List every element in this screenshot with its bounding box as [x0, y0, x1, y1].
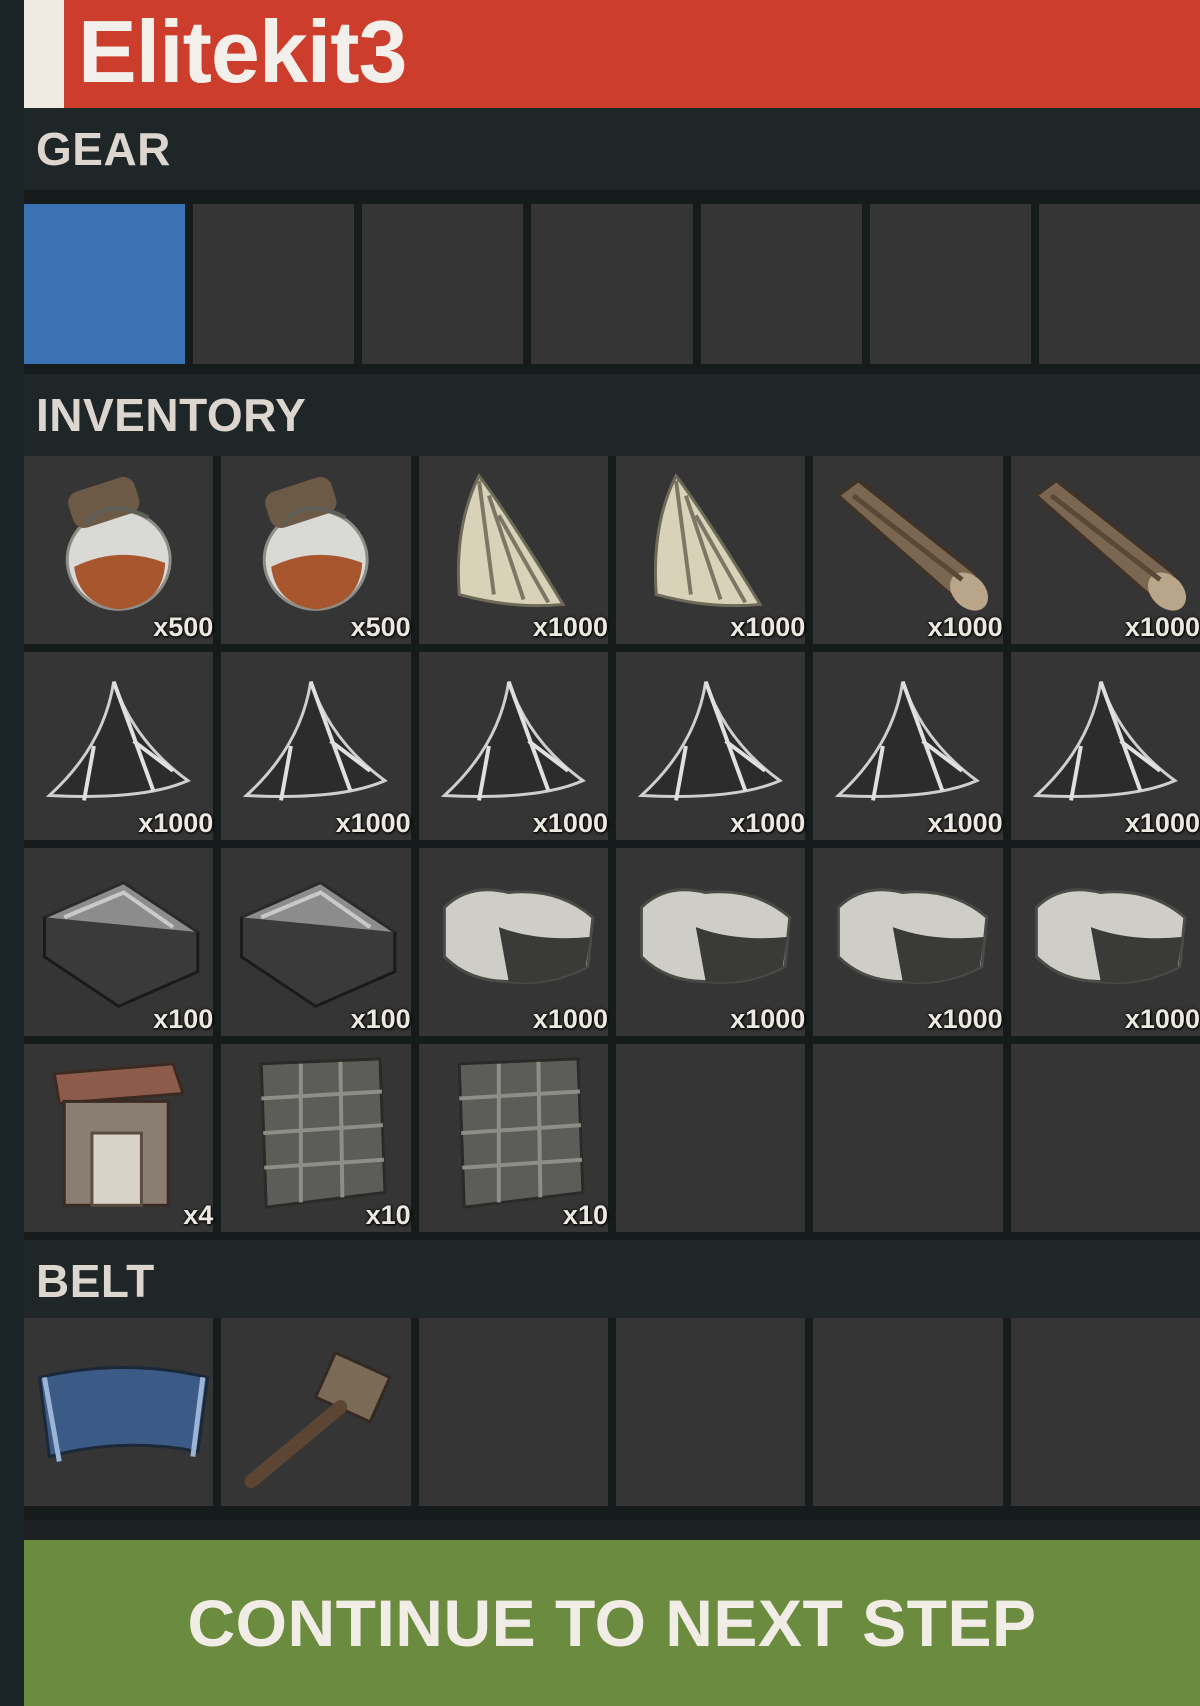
- title-accent: [24, 0, 64, 108]
- inventory-slot[interactable]: x1000: [616, 848, 806, 1036]
- item-quantity: x500: [350, 612, 411, 642]
- gear-slot[interactable]: [193, 204, 355, 364]
- inventory-slot[interactable]: x1000: [418, 652, 608, 840]
- title-bar: Elitekit3: [24, 0, 1200, 108]
- belt-header: BELT: [24, 1240, 1200, 1322]
- kit-panel: Elitekit3 GEAR INVENTORY x500 x500 x1000 x1…: [0, 0, 1200, 1706]
- item-quantity: x100: [153, 1004, 214, 1034]
- belt-label: BELT: [36, 1255, 155, 1307]
- item-quantity: x1000: [730, 1004, 806, 1034]
- item-quantity: x10: [365, 1200, 411, 1230]
- item-quantity: x1000: [927, 612, 1003, 642]
- inventory-slot[interactable]: x1000: [1010, 456, 1200, 644]
- item-quantity: x1000: [138, 808, 214, 838]
- belt-slot[interactable]: [221, 1318, 411, 1506]
- item-quantity: x4: [183, 1200, 214, 1230]
- belt-grid: [24, 1318, 1200, 1520]
- item-quantity: x1000: [1124, 612, 1200, 642]
- gear-slot[interactable]: [24, 204, 186, 364]
- gear-slot[interactable]: [531, 204, 693, 364]
- inventory-slot[interactable]: x1000: [616, 456, 806, 644]
- belt-slot[interactable]: [1010, 1318, 1200, 1506]
- item-quantity: x1000: [532, 612, 608, 642]
- left-rail: [0, 0, 24, 1706]
- inventory-slot[interactable]: x100: [221, 848, 411, 1036]
- item-quantity: x1000: [1124, 808, 1200, 838]
- inventory-header: INVENTORY: [24, 374, 1200, 456]
- belt-slot[interactable]: [813, 1318, 1003, 1506]
- inventory-slot[interactable]: x10: [221, 1044, 411, 1232]
- inventory-slot[interactable]: x10: [418, 1044, 608, 1232]
- gear-slot[interactable]: [362, 204, 524, 364]
- continue-button[interactable]: CONTINUE TO NEXT STEP: [24, 1540, 1200, 1706]
- inventory-slot[interactable]: [1010, 1044, 1200, 1232]
- item-quantity: x1000: [927, 1004, 1003, 1034]
- inventory-slot[interactable]: [616, 1044, 806, 1232]
- item-quantity: x10: [562, 1200, 608, 1230]
- item-quantity: x1000: [532, 808, 608, 838]
- inventory-slot[interactable]: x1000: [418, 848, 608, 1036]
- inventory-slot[interactable]: x1000: [418, 456, 608, 644]
- item-quantity: x1000: [730, 612, 806, 642]
- belt-slot[interactable]: [24, 1318, 214, 1506]
- inventory-slot[interactable]: x500: [221, 456, 411, 644]
- inventory-slot[interactable]: x1000: [24, 652, 214, 840]
- building-plan-icon: [37, 1365, 210, 1462]
- gear-slot[interactable]: [1038, 204, 1200, 364]
- inventory-slot[interactable]: x1000: [813, 652, 1003, 840]
- item-quantity: x1000: [730, 808, 806, 838]
- inventory-slot[interactable]: x1000: [1010, 848, 1200, 1036]
- item-quantity: x1000: [927, 808, 1003, 838]
- item-quantity: x1000: [1124, 1004, 1200, 1034]
- gear-slot[interactable]: [869, 204, 1031, 364]
- gear-header: GEAR: [24, 108, 1200, 190]
- hammer-icon: [244, 1350, 393, 1489]
- item-quantity: x500: [153, 612, 214, 642]
- belt-slot[interactable]: [418, 1318, 608, 1506]
- inventory-slot[interactable]: x4: [24, 1044, 214, 1232]
- continue-area: CONTINUE TO NEXT STEP: [24, 1520, 1200, 1706]
- inventory-slot[interactable]: x100: [24, 848, 214, 1036]
- gear-slot[interactable]: [700, 204, 862, 364]
- inventory-label: INVENTORY: [36, 389, 307, 441]
- item-quantity: x100: [350, 1004, 411, 1034]
- inventory-slot[interactable]: x1000: [616, 652, 806, 840]
- item-quantity: x1000: [335, 808, 411, 838]
- inventory-slot[interactable]: [813, 1044, 1003, 1232]
- inventory-slot[interactable]: x1000: [1010, 652, 1200, 840]
- kit-title: Elitekit3: [78, 2, 407, 101]
- inventory-slot[interactable]: x1000: [813, 456, 1003, 644]
- gear-label: GEAR: [36, 123, 171, 175]
- item-quantity: x1000: [532, 1004, 608, 1034]
- inventory-grid: x500 x500 x1000 x1000 x1000 x1000 x1000 x1000 x1…: [24, 456, 1200, 1240]
- inventory-slot[interactable]: x500: [24, 456, 214, 644]
- belt-slot[interactable]: [616, 1318, 806, 1506]
- inventory-slot[interactable]: x1000: [813, 848, 1003, 1036]
- gear-grid: [24, 190, 1200, 374]
- inventory-slot[interactable]: x1000: [221, 652, 411, 840]
